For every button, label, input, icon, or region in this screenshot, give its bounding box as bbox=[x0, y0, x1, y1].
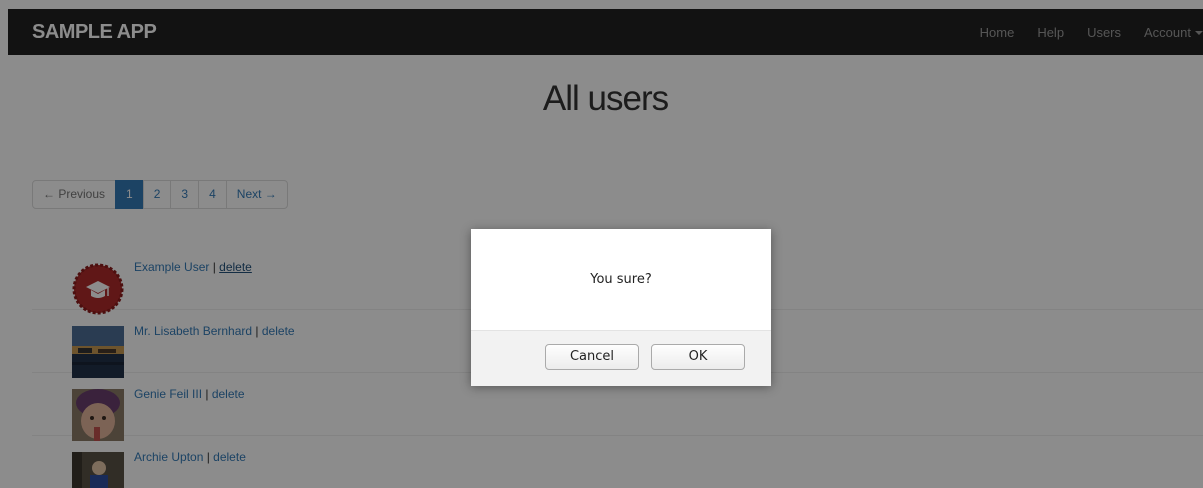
dialog-footer: Cancel OK bbox=[471, 330, 771, 386]
dialog-message: You sure? bbox=[590, 272, 652, 287]
confirm-dialog: You sure? Cancel OK bbox=[471, 229, 771, 386]
ok-button[interactable]: OK bbox=[651, 344, 745, 370]
cancel-button[interactable]: Cancel bbox=[545, 344, 639, 370]
